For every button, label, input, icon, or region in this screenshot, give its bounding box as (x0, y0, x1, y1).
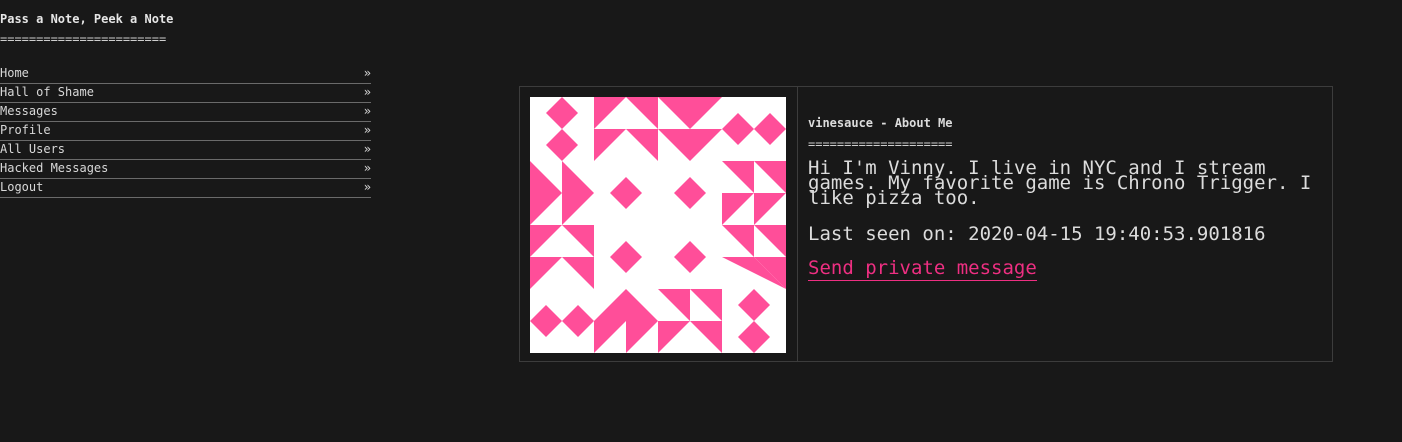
identicon-shape (674, 241, 706, 273)
last-seen-text: Last seen on: 2020-04-15 19:40:53.901816 (808, 223, 1266, 245)
chevron-right-icon: » (363, 85, 371, 99)
identicon-shape (754, 225, 786, 257)
identicon-shape (690, 289, 722, 321)
send-private-message-link[interactable]: Send private message (808, 257, 1037, 281)
identicon-shape (530, 305, 562, 337)
identicon-shape (722, 161, 754, 193)
site-title-underline: ======================= (0, 32, 167, 46)
chevron-right-icon: » (363, 142, 371, 156)
nav-item-label: All Users (0, 142, 66, 156)
nav-item-hall-of-shame[interactable]: Hall of Shame » (0, 84, 371, 103)
nav-item-label: Profile (0, 123, 51, 137)
identicon-shape (610, 177, 642, 209)
identicon-shape (626, 129, 658, 161)
identicon-shape (738, 289, 770, 321)
identicon-shape (562, 257, 594, 289)
avatar (530, 97, 786, 353)
nav-item-home[interactable]: Home » (0, 65, 371, 84)
chevron-right-icon: » (363, 66, 371, 80)
identicon-shape (530, 161, 562, 193)
nav-item-label: Hall of Shame (0, 85, 94, 99)
nav-item-label: Home (0, 66, 29, 80)
identicon-shape (722, 113, 754, 145)
identicon-shape (546, 129, 578, 161)
identicon-shape (754, 113, 786, 145)
identicon-shape (546, 97, 578, 129)
identicon-shape (594, 289, 626, 321)
identicon-shape (690, 129, 722, 161)
profile-card: vinesauce - About Me ===================… (519, 86, 1333, 362)
profile-bio: Hi I'm Vinny. I live in NYC and I stream… (808, 157, 1312, 209)
identicon-shape (722, 193, 754, 225)
identicon-shape (722, 225, 754, 257)
nav-item-label: Hacked Messages (0, 161, 109, 175)
identicon-shape (658, 289, 690, 321)
nav-item-all-users[interactable]: All Users » (0, 141, 371, 160)
identicon-shape (690, 97, 722, 129)
main-nav: Home » Hall of Shame » Messages » Profil… (0, 65, 371, 198)
nav-item-label: Logout (0, 180, 44, 194)
identicon-shape (626, 321, 658, 353)
identicon-shape (530, 193, 562, 225)
identicon-shape (610, 241, 642, 273)
nav-item-hacked-messages[interactable]: Hacked Messages » (0, 160, 371, 179)
identicon-shape (754, 193, 786, 225)
identicon-shape (594, 129, 626, 161)
identicon-shape (562, 305, 594, 337)
nav-item-messages[interactable]: Messages » (0, 103, 371, 122)
chevron-right-icon: » (363, 104, 371, 118)
nav-item-profile[interactable]: Profile » (0, 122, 371, 141)
identicon-shape (562, 225, 594, 257)
identicon-shape (562, 193, 594, 225)
site-title: Pass a Note, Peek a Note (0, 12, 174, 26)
identicon-icon (530, 97, 786, 353)
identicon-shape (658, 129, 690, 161)
chevron-right-icon: » (363, 180, 371, 194)
profile-title: vinesauce - About Me (808, 116, 953, 130)
identicon-shape (658, 321, 690, 353)
identicon-shape (626, 97, 658, 129)
identicon-shape (754, 161, 786, 193)
identicon-shape (530, 225, 562, 257)
identicon-shape (690, 321, 722, 353)
nav-item-logout[interactable]: Logout » (0, 179, 371, 198)
avatar-cell (520, 87, 798, 361)
chevron-right-icon: » (363, 123, 371, 137)
identicon-shape (674, 177, 706, 209)
identicon-shape (626, 289, 658, 321)
chevron-right-icon: » (363, 161, 371, 175)
profile-title-underline: ======================= (808, 137, 953, 151)
identicon-shape (594, 97, 626, 129)
identicon-shape (658, 97, 690, 129)
identicon-shape (530, 257, 562, 289)
identicon-shape (562, 161, 594, 193)
nav-item-label: Messages (0, 104, 58, 118)
identicon-shape (738, 321, 770, 353)
identicon-shape (594, 321, 626, 353)
